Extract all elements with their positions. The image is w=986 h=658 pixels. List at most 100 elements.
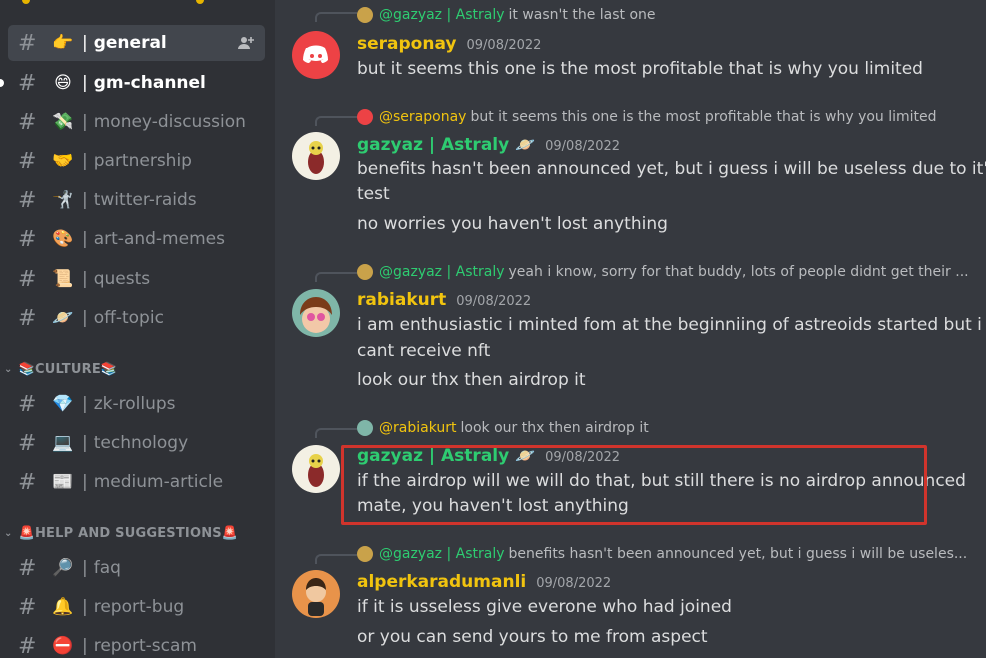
message-text: or you can send yours to me from aspect [357, 627, 708, 647]
channel-medium-article[interactable]: # 📰 | medium-article [8, 464, 265, 500]
hash-icon: # [18, 430, 37, 456]
channel-name: gm-channel [93, 73, 206, 93]
planet-icon: 🪐 [515, 135, 536, 154]
reply-author: @seraponay [379, 109, 467, 125]
channel-art-and-memes[interactable]: # 🎨 | art-and-memes [8, 221, 265, 257]
gem-icon: 💎 [52, 394, 74, 414]
hash-icon: # [18, 266, 37, 292]
channel-zk-rollups[interactable]: # 💎 | zk-rollups [8, 386, 265, 422]
channel-name: general [93, 33, 167, 53]
avatar[interactable] [292, 31, 340, 79]
channel-quests[interactable]: # 📜 | quests [8, 261, 265, 297]
message-text: no worries you haven't lost anything [357, 214, 668, 234]
reply-author: @gazyaz | Astraly [379, 546, 505, 562]
message-text: i am enthusiastic i minted fom at the be… [357, 315, 982, 335]
discord-logo-icon [303, 45, 328, 63]
reply-author: @rabiakurt [379, 420, 457, 436]
channel-money-discussion[interactable]: # 💸 | money-discussion [8, 104, 265, 140]
reply-preview[interactable]: @gazyaz | Astraly yeah i know, sorry for… [357, 263, 969, 281]
reply-text: but it seems this one is the most profit… [470, 109, 937, 125]
hash-icon: # [18, 391, 37, 417]
hash-icon: # [18, 109, 37, 135]
category-help-and-suggestions[interactable]: ⌄ 🚨HELP AND SUGGESTIONS🚨 [4, 526, 238, 541]
message-text: look our thx then airdrop it [357, 370, 586, 390]
avatar-mini [357, 420, 373, 436]
channel-twitter-raids[interactable]: # 🤺 | twitter-raids [8, 182, 265, 218]
reply-text: it wasn't the last one [508, 7, 656, 23]
money-wings-icon: 💸 [52, 112, 74, 132]
grinning-face-icon: 😄 [54, 73, 72, 93]
channel-name: money-discussion [93, 112, 246, 132]
palette-icon: 🎨 [52, 229, 74, 249]
reply-preview[interactable]: @gazyaz | Astraly benefits hasn't been a… [357, 545, 967, 563]
emoji-fragment-icon [196, 0, 204, 4]
channel-separator: | [82, 433, 88, 453]
message-author[interactable]: rabiakurt [357, 290, 446, 310]
reply-preview[interactable]: @rabiakurt look our thx then airdrop it [357, 419, 649, 437]
no-entry-icon: ⛔ [52, 636, 74, 656]
reply-preview[interactable]: @seraponay but it seems this one is the … [357, 108, 937, 126]
pointing-hand-icon: 👉 [52, 33, 74, 53]
avatar[interactable] [292, 445, 340, 493]
channel-name: off-topic [93, 308, 164, 328]
bell-icon: 🔔 [52, 597, 74, 617]
message-timestamp: 09/08/2022 [536, 576, 612, 591]
hash-icon: # [18, 555, 37, 581]
message-author[interactable]: alperkaradumanli [357, 572, 526, 592]
channel-name: quests [93, 269, 151, 289]
channel-separator: | [82, 558, 88, 578]
hash-icon: # [18, 148, 37, 174]
avatar-mini [357, 264, 373, 280]
hash-icon: # [18, 594, 37, 620]
channel-separator: | [82, 597, 88, 617]
message-header: rabiakurt 09/08/2022 [357, 290, 531, 310]
reply-author: @gazyaz | Astraly [379, 264, 505, 280]
channel-separator: | [82, 73, 88, 93]
hash-icon: # [18, 633, 37, 658]
message-timestamp: 09/08/2022 [456, 294, 532, 309]
planet-icon: 🪐 [52, 308, 74, 328]
emoji-fragment-icon [22, 0, 30, 4]
highlight-annotation [341, 445, 927, 525]
channel-technology[interactable]: # 💻 | technology [8, 425, 265, 461]
laptop-icon: 💻 [52, 433, 74, 453]
message-author[interactable]: gazyaz | Astraly [357, 135, 509, 155]
reply-connector [315, 116, 357, 126]
message-header: alperkaradumanli 09/08/2022 [357, 572, 611, 592]
message-header: gazyaz | Astraly 🪐 09/08/2022 [357, 135, 620, 155]
channel-name: faq [93, 558, 121, 578]
reply-preview[interactable]: @gazyaz | Astraly it wasn't the last one [357, 6, 656, 24]
channel-off-topic[interactable]: # 🪐 | off-topic [8, 300, 265, 336]
channel-partnership[interactable]: # 🤝 | partnership [8, 143, 265, 179]
avatar-mini [357, 109, 373, 125]
channel-general[interactable]: # 👉 | general [8, 25, 265, 61]
message-text: test [357, 184, 390, 204]
channel-report-bug[interactable]: # 🔔 | report-bug [8, 589, 265, 625]
avatar[interactable] [292, 132, 340, 180]
channel-faq[interactable]: # 🔎 | faq [8, 550, 265, 586]
category-culture[interactable]: ⌄ 📚CULTURE📚 [4, 362, 117, 377]
category-label: 🚨HELP AND SUGGESTIONS🚨 [18, 526, 239, 541]
reply-text: benefits hasn't been announced yet, but … [508, 546, 968, 562]
message-author[interactable]: seraponay [357, 34, 457, 54]
message-text: benefits hasn't been announced yet, but … [357, 159, 986, 179]
channel-sidebar: # 👉 | general # 😄 | gm-channel # 💸 | mon… [0, 0, 275, 658]
channel-separator: | [82, 33, 88, 53]
channel-name: medium-article [93, 472, 224, 492]
add-member-icon[interactable] [237, 34, 255, 52]
hash-icon: # [18, 305, 37, 331]
channel-name: technology [93, 433, 189, 453]
reply-text: yeah i know, sorry for that buddy, lots … [508, 264, 969, 280]
sidebar-top-edge [0, 0, 275, 6]
message-list: @gazyaz | Astraly it wasn't the last one… [275, 0, 986, 658]
avatar-mini [357, 7, 373, 23]
avatar[interactable] [292, 289, 340, 337]
reply-text: look our thx then airdrop it [460, 420, 649, 436]
message-text: but it seems this one is the most profit… [357, 59, 923, 79]
channel-gm-channel[interactable]: # 😄 | gm-channel [8, 65, 265, 101]
channel-name: partnership [93, 151, 192, 171]
channel-report-scam[interactable]: # ⛔ | report-scam [8, 628, 265, 658]
channel-separator: | [82, 472, 88, 492]
avatar[interactable] [292, 570, 340, 618]
fencer-icon: 🤺 [52, 190, 74, 210]
